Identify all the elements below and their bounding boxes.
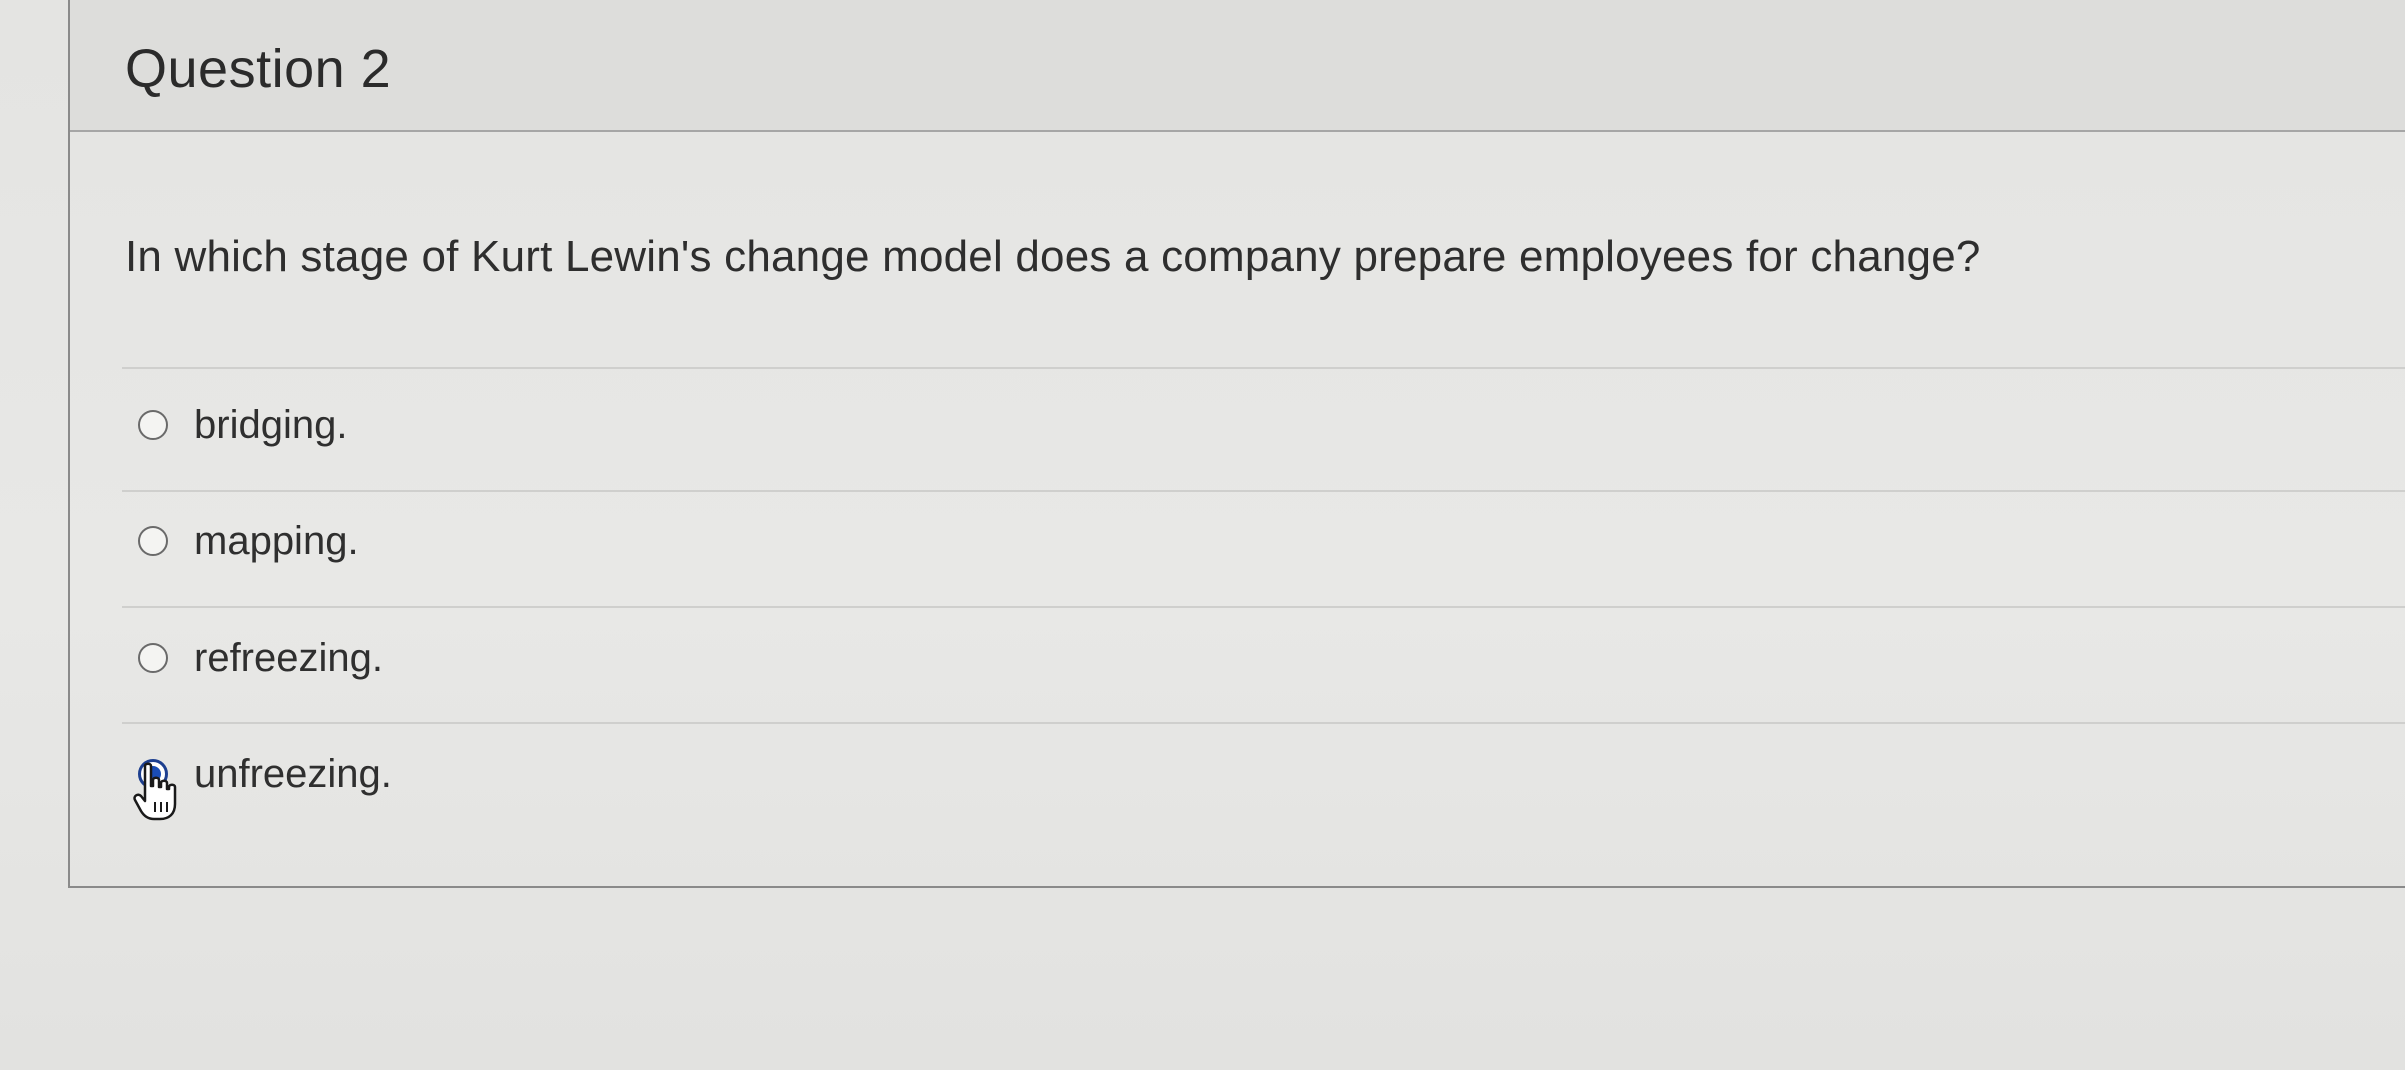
divider: [122, 606, 2405, 608]
answer-label: bridging.: [194, 402, 348, 447]
question-card: Question 2 In which stage of Kurt Lewin'…: [68, 0, 2405, 888]
radio-button[interactable]: [138, 643, 168, 673]
quiz-page: Question 2 In which stage of Kurt Lewin'…: [0, 0, 2405, 1070]
answer-label: unfreezing.: [194, 751, 392, 796]
question-text: In which stage of Kurt Lewin's change mo…: [125, 232, 1981, 281]
answer-option-refreezing[interactable]: refreezing.: [138, 623, 383, 693]
answer-option-unfreezing[interactable]: unfreezing.: [138, 739, 392, 809]
answer-option-mapping[interactable]: mapping.: [138, 506, 359, 576]
answer-label: refreezing.: [194, 635, 383, 680]
question-title: Question 2: [125, 39, 392, 99]
divider: [122, 722, 2405, 724]
divider: [122, 490, 2405, 492]
answer-option-bridging[interactable]: bridging.: [138, 390, 347, 460]
radio-button[interactable]: [138, 410, 168, 440]
answer-label: mapping.: [194, 518, 359, 563]
question-header: Question 2: [70, 0, 2405, 132]
radio-button[interactable]: [138, 526, 168, 556]
radio-button-selected[interactable]: [138, 759, 168, 789]
divider: [122, 367, 2405, 369]
